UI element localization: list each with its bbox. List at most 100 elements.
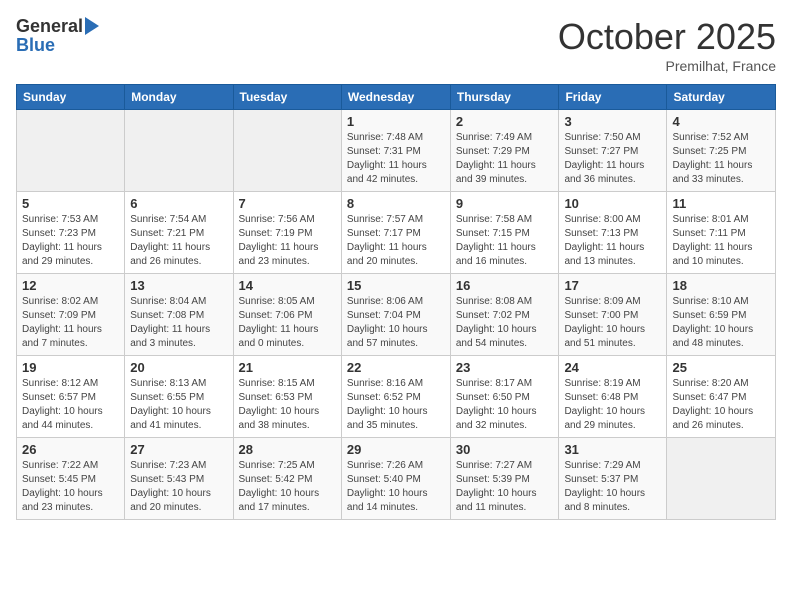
calendar-cell: 6 Sunrise: 7:54 AM Sunset: 7:21 PM Daylig… (125, 192, 233, 274)
day-number: 30 (456, 442, 554, 457)
location: Premilhat, France (558, 58, 776, 74)
calendar-cell: 10 Sunrise: 8:00 AM Sunset: 7:13 PM Dayli… (559, 192, 667, 274)
day-number: 2 (456, 114, 554, 129)
calendar-cell: 4 Sunrise: 7:52 AM Sunset: 7:25 PM Daylig… (667, 110, 776, 192)
day-number: 14 (239, 278, 336, 293)
day-info: Sunrise: 8:01 AM Sunset: 7:11 PM Dayligh… (672, 213, 770, 269)
calendar-cell: 24Sunrise: 8:19 AM Sunset: 6:48 PM Dayli… (559, 356, 667, 438)
day-number: 21 (239, 360, 336, 375)
day-number: 11 (672, 196, 770, 211)
day-number: 31 (564, 442, 661, 457)
calendar-cell: 12 Sunrise: 8:02 AM Sunset: 7:09 PM Dayli… (17, 274, 125, 356)
calendar-cell (17, 110, 125, 192)
day-info: Sunrise: 7:54 AM Sunset: 7:21 PM Dayligh… (130, 213, 227, 269)
day-info: Sunrise: 7:50 AM Sunset: 7:27 PM Dayligh… (564, 131, 661, 187)
day-info: Sunrise: 8:12 AM Sunset: 6:57 PM Dayligh… (22, 377, 119, 433)
calendar-cell: 15Sunrise: 8:06 AM Sunset: 7:04 PM Dayli… (341, 274, 450, 356)
calendar-cell: 2 Sunrise: 7:49 AM Sunset: 7:29 PM Daylig… (450, 110, 559, 192)
day-info: Sunrise: 8:08 AM Sunset: 7:02 PM Dayligh… (456, 295, 554, 351)
day-info: Sunrise: 8:09 AM Sunset: 7:00 PM Dayligh… (564, 295, 661, 351)
day-number: 7 (239, 196, 336, 211)
day-number: 10 (564, 196, 661, 211)
calendar-cell: 1 Sunrise: 7:48 AM Sunset: 7:31 PM Daylig… (341, 110, 450, 192)
calendar-cell: 7Sunrise: 7:56 AM Sunset: 7:19 PM Daylig… (233, 192, 341, 274)
day-info: Sunrise: 7:53 AM Sunset: 7:23 PM Dayligh… (22, 213, 119, 269)
logo: General Blue (16, 16, 99, 56)
day-info: Sunrise: 8:16 AM Sunset: 6:52 PM Dayligh… (347, 377, 445, 433)
calendar-cell: 29 Sunrise: 7:26 AM Sunset: 5:40 PM Dayli… (341, 438, 450, 520)
calendar-cell: 14 Sunrise: 8:05 AM Sunset: 7:06 PM Dayli… (233, 274, 341, 356)
calendar-cell (233, 110, 341, 192)
calendar-cell: 3 Sunrise: 7:50 AM Sunset: 7:27 PM Daylig… (559, 110, 667, 192)
day-number: 25 (672, 360, 770, 375)
calendar-week-2: 5 Sunrise: 7:53 AM Sunset: 7:23 PM Daylig… (17, 192, 776, 274)
day-info: Sunrise: 7:49 AM Sunset: 7:29 PM Dayligh… (456, 131, 554, 187)
day-number: 22 (347, 360, 445, 375)
day-header-sunday: Sunday (17, 85, 125, 110)
day-number: 15 (347, 278, 445, 293)
calendar-cell: 17 Sunrise: 8:09 AM Sunset: 7:00 PM Dayli… (559, 274, 667, 356)
calendar-cell: 20 Sunrise: 8:13 AM Sunset: 6:55 PM Dayli… (125, 356, 233, 438)
day-number: 12 (22, 278, 119, 293)
day-number: 19 (22, 360, 119, 375)
calendar-cell: 26 Sunrise: 7:22 AM Sunset: 5:45 PM Dayli… (17, 438, 125, 520)
calendar-cell: 22 Sunrise: 8:16 AM Sunset: 6:52 PM Dayli… (341, 356, 450, 438)
calendar-cell: 28 Sunrise: 7:25 AM Sunset: 5:42 PM Dayli… (233, 438, 341, 520)
calendar-cell: 9 Sunrise: 7:58 AM Sunset: 7:15 PM Daylig… (450, 192, 559, 274)
day-info: Sunrise: 8:04 AM Sunset: 7:08 PM Dayligh… (130, 295, 227, 351)
day-number: 9 (456, 196, 554, 211)
calendar-cell: 31 Sunrise: 7:29 AM Sunset: 5:37 PM Dayli… (559, 438, 667, 520)
day-info: Sunrise: 7:23 AM Sunset: 5:43 PM Dayligh… (130, 459, 227, 515)
day-header-saturday: Saturday (667, 85, 776, 110)
calendar-cell: 11 Sunrise: 8:01 AM Sunset: 7:11 PM Dayli… (667, 192, 776, 274)
day-info: Sunrise: 8:02 AM Sunset: 7:09 PM Dayligh… (22, 295, 119, 351)
calendar-cell: 27 Sunrise: 7:23 AM Sunset: 5:43 PM Dayli… (125, 438, 233, 520)
day-number: 29 (347, 442, 445, 457)
day-number: 1 (347, 114, 445, 129)
calendar-week-5: 26 Sunrise: 7:22 AM Sunset: 5:45 PM Dayli… (17, 438, 776, 520)
day-info: Sunrise: 8:13 AM Sunset: 6:55 PM Dayligh… (130, 377, 227, 433)
calendar-cell: 16Sunrise: 8:08 AM Sunset: 7:02 PM Dayli… (450, 274, 559, 356)
day-number: 28 (239, 442, 336, 457)
calendar-header-row: SundayMondayTuesdayWednesdayThursdayFrid… (17, 85, 776, 110)
day-info: Sunrise: 7:58 AM Sunset: 7:15 PM Dayligh… (456, 213, 554, 269)
day-number: 3 (564, 114, 661, 129)
day-info: Sunrise: 7:48 AM Sunset: 7:31 PM Dayligh… (347, 131, 445, 187)
day-number: 17 (564, 278, 661, 293)
day-info: Sunrise: 7:25 AM Sunset: 5:42 PM Dayligh… (239, 459, 336, 515)
day-info: Sunrise: 7:22 AM Sunset: 5:45 PM Dayligh… (22, 459, 119, 515)
day-info: Sunrise: 8:10 AM Sunset: 6:59 PM Dayligh… (672, 295, 770, 351)
logo-general-text: General (16, 16, 83, 37)
logo-blue-text: Blue (16, 35, 55, 56)
calendar-week-4: 19 Sunrise: 8:12 AM Sunset: 6:57 PM Dayli… (17, 356, 776, 438)
day-info: Sunrise: 8:05 AM Sunset: 7:06 PM Dayligh… (239, 295, 336, 351)
day-number: 6 (130, 196, 227, 211)
day-number: 18 (672, 278, 770, 293)
day-info: Sunrise: 7:27 AM Sunset: 5:39 PM Dayligh… (456, 459, 554, 515)
calendar-week-3: 12 Sunrise: 8:02 AM Sunset: 7:09 PM Dayli… (17, 274, 776, 356)
calendar-cell: 19 Sunrise: 8:12 AM Sunset: 6:57 PM Dayli… (17, 356, 125, 438)
day-info: Sunrise: 7:52 AM Sunset: 7:25 PM Dayligh… (672, 131, 770, 187)
calendar-cell: 21Sunrise: 8:15 AM Sunset: 6:53 PM Dayli… (233, 356, 341, 438)
day-info: Sunrise: 7:57 AM Sunset: 7:17 PM Dayligh… (347, 213, 445, 269)
logo-arrow-icon (85, 17, 99, 35)
day-info: Sunrise: 8:20 AM Sunset: 6:47 PM Dayligh… (672, 377, 770, 433)
month-title: October 2025 (558, 16, 776, 58)
day-info: Sunrise: 7:29 AM Sunset: 5:37 PM Dayligh… (564, 459, 661, 515)
calendar-cell: 18 Sunrise: 8:10 AM Sunset: 6:59 PM Dayli… (667, 274, 776, 356)
day-header-tuesday: Tuesday (233, 85, 341, 110)
day-number: 13 (130, 278, 227, 293)
day-info: Sunrise: 8:00 AM Sunset: 7:13 PM Dayligh… (564, 213, 661, 269)
day-number: 23 (456, 360, 554, 375)
day-number: 4 (672, 114, 770, 129)
day-number: 5 (22, 196, 119, 211)
day-number: 27 (130, 442, 227, 457)
calendar-cell: 13 Sunrise: 8:04 AM Sunset: 7:08 PM Dayli… (125, 274, 233, 356)
calendar-cell (125, 110, 233, 192)
day-number: 20 (130, 360, 227, 375)
day-info: Sunrise: 7:26 AM Sunset: 5:40 PM Dayligh… (347, 459, 445, 515)
day-number: 24 (564, 360, 661, 375)
day-number: 26 (22, 442, 119, 457)
day-info: Sunrise: 8:17 AM Sunset: 6:50 PM Dayligh… (456, 377, 554, 433)
day-number: 8 (347, 196, 445, 211)
